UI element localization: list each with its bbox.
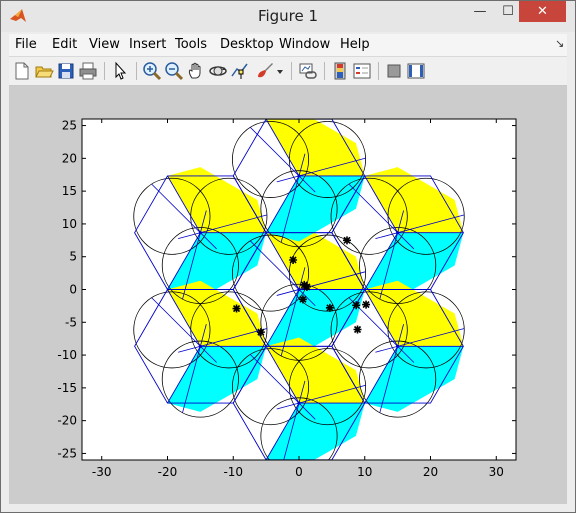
- base-station-marker: [396, 344, 400, 348]
- show-plot-tools-icon[interactable]: [406, 61, 426, 81]
- zoom-out-icon[interactable]: [164, 61, 184, 81]
- rotate-3d-icon[interactable]: [208, 61, 228, 81]
- y-tick-label: -5: [65, 315, 77, 329]
- user-marker: [362, 300, 371, 309]
- y-tick-label: 10: [62, 217, 77, 231]
- menu-insert[interactable]: Insert: [129, 37, 166, 52]
- toolbar-separator: [378, 62, 379, 80]
- user-marker: [298, 295, 307, 304]
- menu-desktop[interactable]: Desktop: [220, 37, 274, 52]
- data-cursor-icon[interactable]: [230, 61, 250, 81]
- x-tick-label: 30: [489, 465, 504, 479]
- user-marker: [352, 301, 361, 310]
- colorbar-icon[interactable]: [330, 61, 350, 81]
- x-tick-label: -10: [223, 465, 243, 479]
- toolbar-separator: [291, 62, 292, 80]
- toolbar-separator: [324, 62, 325, 80]
- menu-view[interactable]: View: [89, 37, 120, 52]
- brush-menu-icon[interactable]: [275, 61, 285, 81]
- user-marker: [232, 304, 241, 313]
- y-tick-label: -20: [57, 414, 77, 428]
- x-tick-label: -20: [158, 465, 178, 479]
- menu-help[interactable]: Help: [340, 37, 370, 52]
- link-plot-icon[interactable]: [298, 61, 318, 81]
- y-tick-label: 25: [62, 119, 77, 133]
- x-tick-label: 20: [423, 465, 438, 479]
- dock-arrow-icon[interactable]: ↘: [555, 37, 564, 50]
- zoom-in-icon[interactable]: [142, 61, 162, 81]
- user-marker: [343, 236, 352, 245]
- menu-bar: File Edit View Insert Tools Desktop Wind…: [9, 34, 567, 57]
- title-bar[interactable]: Figure 1 — ☐ ✕: [1, 1, 575, 32]
- user-marker: [302, 282, 311, 291]
- figure-window: Figure 1 — ☐ ✕ File Edit View Insert Too…: [0, 0, 576, 513]
- user-marker: [353, 325, 362, 334]
- close-button[interactable]: ✕: [519, 1, 566, 22]
- x-tick-label: 0: [295, 465, 303, 479]
- brush-icon[interactable]: [254, 61, 274, 81]
- y-tick-label: 0: [69, 283, 77, 297]
- y-tick-label: 15: [62, 184, 77, 198]
- y-tick-label: 5: [69, 250, 77, 264]
- y-tick-label: -10: [57, 348, 77, 362]
- y-tick-label: 20: [62, 151, 77, 165]
- plot-svg: -30 -20 -10 0 10 20 30 -25 -20 -15 -10 -5 0 5 10 15 20 25: [57, 118, 517, 479]
- figure-canvas: -30 -20 -10 0 10 20 30 -25 -20 -15 -10 -5 0 5 10 15 20 25: [9, 86, 567, 504]
- legend-icon[interactable]: [352, 61, 372, 81]
- base-station-marker: [297, 174, 301, 178]
- y-tick-label: -15: [57, 381, 77, 395]
- x-tick-label: -30: [92, 465, 112, 479]
- open-file-icon[interactable]: [34, 61, 54, 81]
- toolbar-separator: [104, 62, 105, 80]
- new-figure-icon[interactable]: [12, 61, 32, 81]
- edit-plot-icon[interactable]: [110, 61, 130, 81]
- menu-file[interactable]: File: [15, 37, 37, 52]
- toolbar-separator: [136, 62, 137, 80]
- menu-tools[interactable]: Tools: [175, 37, 207, 52]
- user-marker: [256, 328, 265, 337]
- menu-edit[interactable]: Edit: [52, 37, 77, 52]
- base-station-marker: [198, 231, 202, 235]
- pan-icon[interactable]: [186, 61, 206, 81]
- user-marker: [325, 303, 334, 312]
- x-tick-label: 10: [357, 465, 372, 479]
- base-station-marker: [297, 401, 301, 405]
- y-tick-label: -25: [57, 446, 77, 460]
- base-station-marker: [396, 231, 400, 235]
- user-marker: [289, 255, 298, 264]
- base-station-marker: [198, 344, 202, 348]
- minimize-button[interactable]: —: [467, 1, 493, 22]
- menu-window[interactable]: Window: [279, 37, 330, 52]
- print-icon[interactable]: [78, 61, 98, 81]
- save-icon[interactable]: [56, 61, 76, 81]
- base-station-marker: [297, 287, 301, 292]
- figure-toolbar: [9, 57, 567, 86]
- maximize-button[interactable]: ☐: [495, 1, 521, 22]
- hide-plot-tools-icon[interactable]: [384, 61, 404, 81]
